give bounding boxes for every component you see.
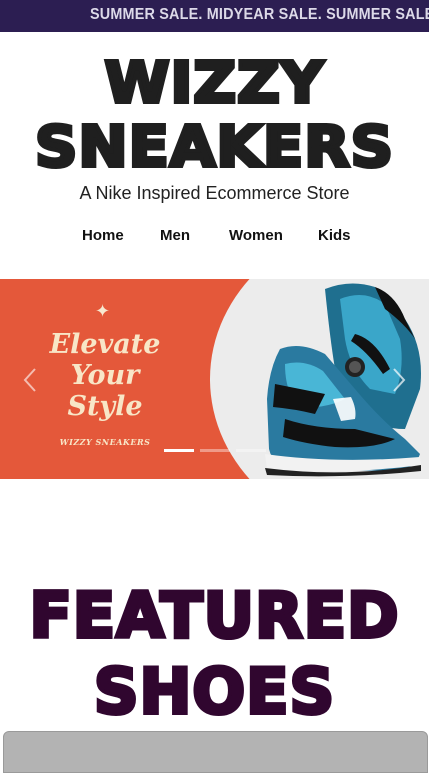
chevron-right-icon[interactable] <box>389 367 409 393</box>
hero-carousel[interactable]: ✦ Elevate Your Style WIZZY SNEAKERS <box>0 279 429 479</box>
featured-heading: FEATURED SHOES <box>0 577 429 730</box>
ticker-text: SUMMER SALE. MIDYEAR SALE. SUMMER SALE. … <box>90 6 429 23</box>
nav-item-women[interactable]: Women <box>229 227 283 244</box>
featured-line-2: SHOES <box>92 653 336 730</box>
logo-line-1: WIZZY <box>102 50 325 118</box>
carousel-dot-1[interactable] <box>164 449 194 452</box>
nav-item-kids[interactable]: Kids <box>318 227 351 244</box>
chevron-left-icon[interactable] <box>20 367 40 393</box>
logo-line-2: SNEAKERS <box>33 114 395 182</box>
carousel-dot-2[interactable] <box>200 449 230 452</box>
hero-brand: WIZZY SNEAKERS <box>59 437 151 447</box>
hero-title-line-3: Style <box>67 391 143 422</box>
main-nav: Home Men Women Kids <box>0 227 429 247</box>
hero-title-line-2: Your <box>70 360 140 391</box>
site-tagline: A Nike Inspired Ecommerce Store <box>79 183 350 203</box>
hero-title-line-1: Elevate <box>49 329 161 360</box>
nav-item-men[interactable]: Men <box>160 227 190 244</box>
sparkle-icon: ✦ <box>95 301 111 322</box>
carousel-dot-3[interactable] <box>236 449 266 452</box>
featured-line-1: FEATURED <box>27 577 400 654</box>
site-logo[interactable]: WIZZY SNEAKERS <box>0 50 429 182</box>
nav-item-home[interactable]: Home <box>82 227 124 244</box>
hero-title: Elevate Your Style <box>30 329 180 422</box>
announcement-ticker: SUMMER SALE. MIDYEAR SALE. SUMMER SALE. … <box>0 0 429 32</box>
